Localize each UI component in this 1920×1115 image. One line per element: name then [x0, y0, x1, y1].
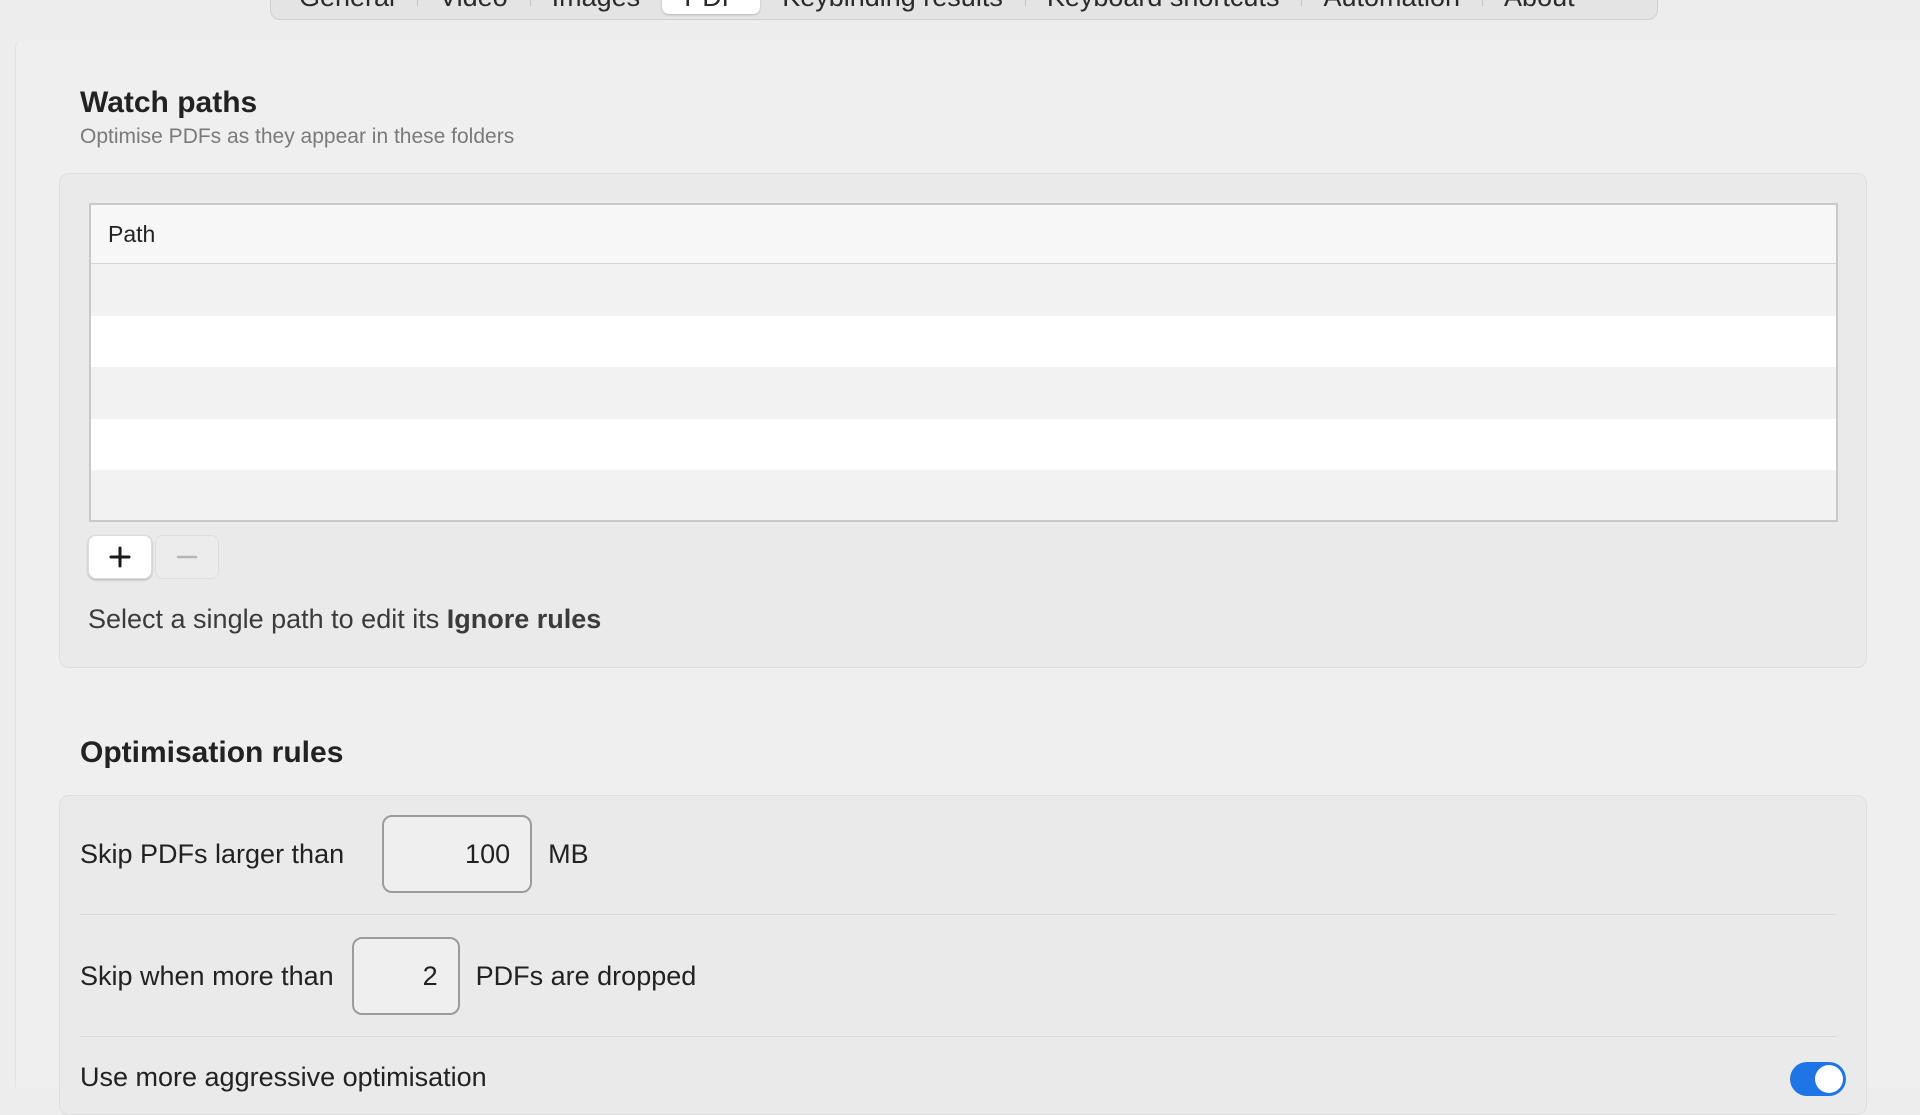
hint-text: Select a single path to edit its — [88, 604, 447, 634]
tab-about[interactable]: About — [1482, 0, 1597, 14]
skip-more-row: Skip when more than PDFs are dropped — [80, 937, 1836, 1015]
tab-keyboard-shortcuts[interactable]: Keyboard shortcuts — [1024, 0, 1302, 14]
aggressive-row: Use more aggressive optimisation — [80, 1062, 1836, 1093]
table-row — [91, 264, 1836, 316]
add-path-button[interactable] — [88, 535, 152, 579]
ignore-rules-hint: Select a single path to edit its Ignore … — [88, 604, 601, 635]
toggle-knob — [1815, 1065, 1843, 1093]
size-unit-label: MB — [548, 838, 589, 869]
rule-divider — [80, 1036, 1836, 1037]
skip-more-label: Skip when more than — [80, 960, 334, 991]
hint-bold-text: Ignore rules — [446, 604, 602, 634]
plus-icon — [109, 546, 131, 568]
remove-path-button[interactable] — [155, 535, 219, 579]
max-size-field[interactable] — [382, 815, 533, 893]
aggressive-label: Use more aggressive optimisation — [80, 1062, 487, 1092]
watch-paths-subtitle: Optimise PDFs as they appear in these fo… — [80, 125, 515, 148]
table-row — [91, 418, 1836, 470]
tab-pdf[interactable]: PDF — [662, 0, 761, 14]
skip-larger-label: Skip PDFs larger than — [80, 838, 345, 869]
rule-divider — [80, 914, 1836, 915]
skip-more-suffix: PDFs are dropped — [475, 960, 697, 991]
watch-paths-title: Watch paths — [80, 86, 258, 119]
tab-automation[interactable]: Automation — [1301, 0, 1482, 14]
max-count-field[interactable] — [351, 937, 460, 1015]
aggressive-toggle[interactable] — [1790, 1062, 1846, 1096]
path-column-header[interactable]: Path — [91, 205, 1836, 264]
tab-keybinding-results[interactable]: Keybinding results — [760, 0, 1025, 14]
skip-larger-row: Skip PDFs larger than MB — [80, 815, 1836, 893]
watch-paths-table[interactable]: Path — [89, 203, 1838, 522]
settings-tab-bar: General Video Images PDF Keybinding resu… — [270, 0, 1658, 20]
table-row — [91, 315, 1836, 367]
optimisation-rules-title: Optimisation rules — [80, 736, 344, 769]
tab-general[interactable]: General — [277, 0, 417, 14]
tab-images[interactable]: Images — [529, 0, 663, 14]
table-row — [91, 470, 1836, 520]
tab-video[interactable]: Video — [417, 0, 530, 14]
table-row — [91, 367, 1836, 419]
minus-icon — [176, 555, 198, 559]
